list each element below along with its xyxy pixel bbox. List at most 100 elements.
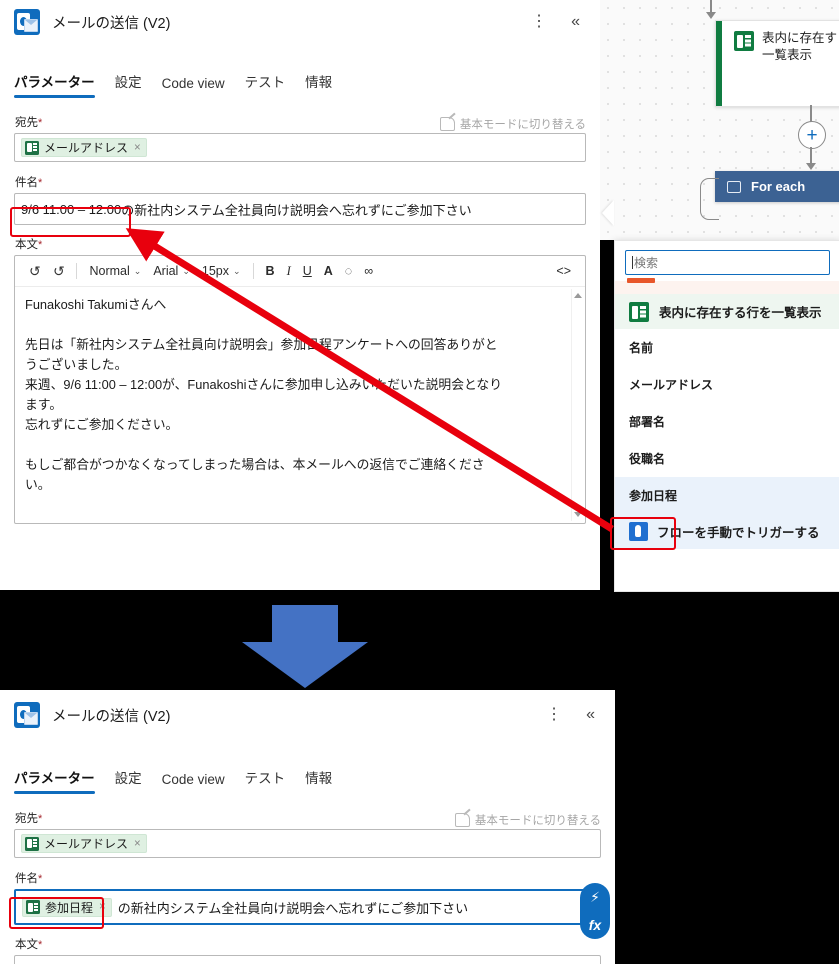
more-options-icon[interactable]: ⋮: [525, 12, 553, 32]
add-step-button[interactable]: +: [798, 121, 826, 149]
token-email-address[interactable]: メールアドレス ×: [21, 834, 147, 853]
node-accent-bar: [716, 21, 722, 106]
body-rich-text-editor[interactable]: ↺ ↻ Normal ⌄ Arial ⌄ 15px ⌄ B I U A ◌ ∞ …: [14, 255, 586, 524]
underline-button[interactable]: U: [297, 264, 318, 278]
search-input[interactable]: 検索: [625, 250, 830, 275]
switch-to-basic-mode-link[interactable]: 基本モードに切り替える: [439, 116, 586, 132]
subject-field-label: 件名*: [15, 177, 43, 189]
token-email-address[interactable]: メールアドレス ×: [21, 138, 147, 157]
to-input-2[interactable]: メールアドレス ×: [14, 829, 601, 858]
redo-icon[interactable]: ↻: [47, 263, 71, 280]
body-content[interactable]: Funakoshi Takumiさんへ 先日は「新社内システム全社員向け説明会」…: [15, 287, 585, 523]
body-line-4: うございました。: [25, 357, 128, 372]
token-remove-icon[interactable]: ×: [99, 901, 106, 913]
picker-search-wrap: 検索: [615, 241, 839, 281]
panel-header-2: メールの送信 (V2) ⋮ «: [0, 690, 615, 740]
picker-footer-label: フローを手動でトリガーする: [657, 526, 820, 540]
undo-icon[interactable]: ↺: [23, 263, 47, 280]
token-remove-icon[interactable]: ×: [134, 838, 141, 850]
search-placeholder: 検索: [634, 256, 659, 270]
switch-to-basic-mode-link-2[interactable]: 基本モードに切り替える: [454, 812, 601, 828]
picker-group-label: 表内に存在する行を一覧表示: [659, 306, 822, 320]
body-input-2[interactable]: [14, 955, 601, 964]
tab-parameters[interactable]: パラメーター: [14, 767, 95, 794]
insert-link-icon[interactable]: ∞: [358, 264, 379, 278]
body-line-5: 来週、9/6 11:00 – 12:00が、Funakoshiさんに参加申し込み…: [25, 377, 502, 392]
body-line-10: い。: [25, 477, 51, 492]
dynamic-content-icon[interactable]: ⚡: [590, 889, 600, 906]
panel-tabs-2: パラメーター 設定 Code view テスト 情報: [0, 756, 615, 794]
collapse-panel-icon[interactable]: «: [580, 705, 601, 725]
body-line-3: 先日は「新社内システム全社員向け説明会」参加日程アンケートへの回答ありがと: [25, 337, 498, 352]
excel-icon: [629, 302, 649, 322]
token-remove-icon[interactable]: ×: [134, 142, 141, 154]
tab-test[interactable]: テスト: [245, 71, 286, 98]
tab-info[interactable]: 情報: [305, 767, 332, 794]
outlook-icon: [14, 702, 40, 728]
dynamic-content-picker: 検索 表内に存在する行を一覧表示 名前 メールアドレス 部署名 役職名 参加日程…: [614, 240, 839, 592]
flow-node-for-each[interactable]: For each: [715, 171, 839, 202]
tab-settings[interactable]: 設定: [115, 71, 142, 98]
picker-item-name[interactable]: 名前: [615, 329, 839, 366]
subject-input-2[interactable]: 参加日程 × の新社内システム全社員向け説明会へ忘れずにご参加下さい: [14, 889, 601, 925]
tab-parameters[interactable]: パラメーター: [14, 71, 95, 98]
font-color-button[interactable]: A: [318, 264, 339, 278]
tab-settings[interactable]: 設定: [115, 767, 142, 794]
edge-arrow-top: [706, 12, 716, 19]
subject-value-after-2: の新社内システム全社員向け説明会へ忘れずにご参加下さい: [117, 900, 469, 916]
more-options-icon[interactable]: ⋮: [540, 705, 568, 725]
edit-pencil-icon: [454, 812, 470, 827]
font-size-dropdown[interactable]: 15px ⌄: [196, 264, 247, 278]
body-scrollbar[interactable]: [571, 289, 583, 521]
subject-field-label-2: 件名*: [15, 873, 43, 885]
picker-item-schedule[interactable]: 参加日程: [615, 477, 839, 514]
picker-item-department[interactable]: 部署名: [615, 403, 839, 440]
tab-code-view[interactable]: Code view: [162, 772, 225, 794]
panel-title-2: メールの送信 (V2): [52, 708, 171, 725]
bold-button[interactable]: B: [260, 264, 281, 278]
body-field-label-2: 本文*: [15, 939, 43, 951]
to-label-row-2: 宛先* 基本モードに切り替える: [0, 810, 615, 829]
paragraph-style-dropdown[interactable]: Normal ⌄: [83, 264, 147, 278]
tab-info[interactable]: 情報: [305, 71, 332, 98]
dynamic-content-rail[interactable]: ⚡ fx: [580, 883, 610, 939]
action-panel-top: メールの送信 (V2) ⋮ « パラメーター 設定 Code view テスト …: [0, 0, 600, 590]
picker-group-list-rows[interactable]: 表内に存在する行を一覧表示: [615, 294, 839, 329]
body-line-1: Funakoshi Takumiさんへ: [25, 297, 167, 312]
panel-tabs: パラメーター 設定 Code view テスト 情報: [0, 60, 600, 98]
expression-icon[interactable]: fx: [589, 917, 601, 933]
panel-header: メールの送信 (V2) ⋮ «: [0, 0, 600, 44]
to-input[interactable]: メールアドレス ×: [14, 133, 586, 162]
code-view-icon[interactable]: <>: [550, 264, 577, 278]
excel-icon: [25, 140, 39, 155]
screenshot-root: メールの送信 (V2) ⋮ « パラメーター 設定 Code view テスト …: [0, 0, 839, 964]
picker-group-manual-trigger[interactable]: フローを手動でトリガーする: [615, 514, 839, 549]
picker-item-email[interactable]: メールアドレス: [615, 366, 839, 403]
panel-title: メールの送信 (V2): [52, 15, 171, 32]
italic-button[interactable]: I: [281, 264, 297, 279]
token-participation-schedule[interactable]: 参加日程 ×: [22, 897, 112, 917]
subject-value-after: の新社内システム全社員向け説明会へ忘れずにご参加下さい: [121, 202, 472, 218]
chevron-down-icon: ⌄: [133, 265, 142, 276]
body-field-label-wrap-2: 本文*: [0, 936, 615, 964]
chevron-down-icon: ⌄: [182, 265, 190, 276]
to-field-label: 宛先*: [15, 117, 43, 129]
highlight-color-button[interactable]: ◌: [339, 264, 358, 278]
font-family-dropdown[interactable]: Arial ⌄: [147, 264, 196, 278]
toolbar-divider-1: [76, 263, 78, 279]
tab-code-view[interactable]: Code view: [162, 76, 225, 98]
subject-value-before: 9/6 11:00 – 12:00: [21, 201, 122, 217]
excel-icon: [26, 900, 40, 914]
collapse-panel-icon[interactable]: «: [565, 12, 586, 32]
body-line-2: [25, 315, 573, 335]
excel-icon: [734, 31, 754, 51]
subject-input[interactable]: 9/6 11:00 – 12:00 の新社内システム全社員向け説明会へ忘れずにご参…: [14, 193, 586, 225]
picker-item-position[interactable]: 役職名: [615, 440, 839, 477]
flow-node-list-rows[interactable]: 表内に存在す 一覧表示: [715, 20, 839, 107]
loop-icon: [727, 180, 741, 193]
flow-node-title: 表内に存在す 一覧表示: [762, 31, 838, 62]
scroll-down-icon[interactable]: [574, 512, 582, 517]
tab-test[interactable]: テスト: [245, 767, 286, 794]
subject-field-2: 件名* 参加日程 × の新社内システム全社員向け説明会へ忘れずにご参加下さい: [0, 870, 615, 925]
scroll-up-icon[interactable]: [574, 293, 582, 298]
